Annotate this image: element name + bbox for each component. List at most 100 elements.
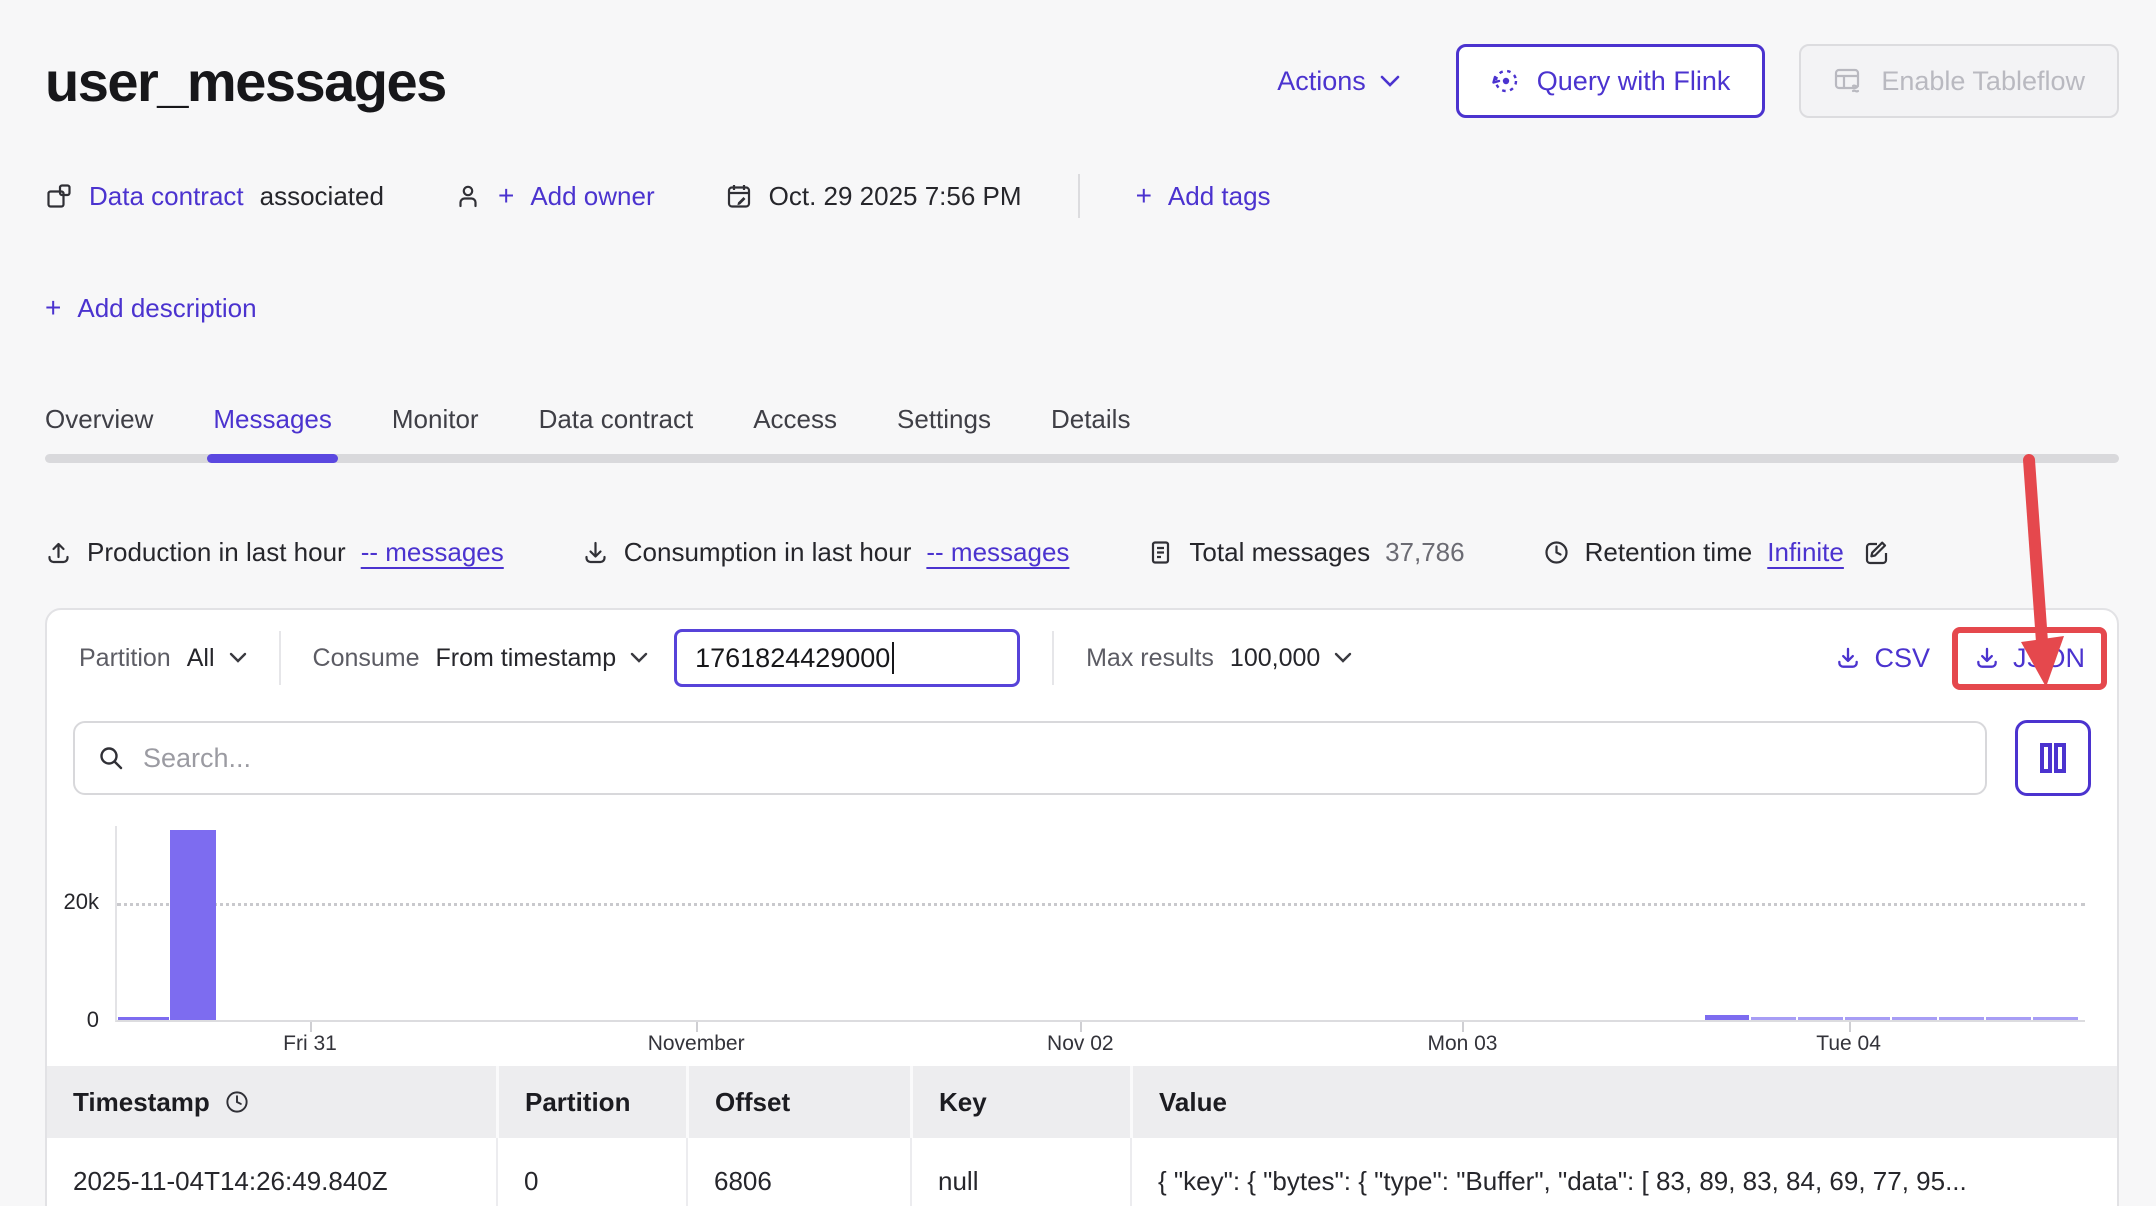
tab-settings[interactable]: Settings [897,404,991,434]
add-tags-label: Add tags [1168,181,1271,212]
chart-xaxis: Fri 31NovemberNov 02Mon 03Tue 04 [115,1022,2085,1056]
cell-timestamp: 2025-11-04T14:26:49.840Z [47,1138,496,1206]
x-axis-tick-label: Nov 02 [1047,1032,1114,1056]
plus-glyph: + [1136,180,1152,212]
col-key: Key [910,1066,1130,1138]
chart-bar [2033,1017,2078,1020]
last-updated-date: Oct. 29 2025 7:56 PM [769,181,1022,212]
actions-dropdown[interactable]: Actions [1277,66,1400,97]
partition-value[interactable]: All [187,644,215,673]
query-with-flink-button[interactable]: Query with Flink [1456,44,1766,118]
query-with-flink-label: Query with Flink [1537,66,1731,97]
y-axis-label-20k: 20k [47,889,99,915]
x-axis-tick-label: Fri 31 [283,1032,337,1056]
add-description-button[interactable]: + Add description [45,292,2119,324]
consume-label: Consume [313,644,420,673]
x-axis-tick-label: November [648,1032,745,1056]
cell-key: null [910,1138,1130,1206]
chevron-down-icon[interactable] [1334,652,1352,664]
flink-query-icon [1491,66,1521,96]
json-highlight-box: JSON [1952,627,2107,690]
plus-glyph: + [45,292,61,324]
tab-details[interactable]: Details [1051,404,1130,434]
x-axis-tick [696,1022,698,1032]
search-icon [97,744,125,772]
y-axis-label-0: 0 [47,1007,99,1033]
production-label: Production in last hour [87,537,346,568]
tab-access[interactable]: Access [753,404,837,434]
col-value: Value [1130,1066,2117,1138]
table-row[interactable]: 2025-11-04T14:26:49.840Z 0 6806 null { "… [47,1138,2117,1206]
data-contract-link[interactable]: Data contract [89,181,244,212]
chart-bar [1798,1017,1843,1020]
pause-button[interactable] [2015,720,2091,796]
col-offset: Offset [686,1066,910,1138]
chart-bar [1939,1017,1984,1020]
calendar-edit-icon [725,182,753,210]
chart-bar [1986,1017,2031,1020]
chart-bar [1705,1015,1749,1020]
partition-label: Partition [79,644,171,673]
chart-bar [170,830,216,1020]
x-axis-tick [310,1022,312,1032]
chart-plot [115,826,2085,1022]
tab-monitor[interactable]: Monitor [392,404,479,434]
production-messages-link[interactable]: -- messages [361,537,504,568]
schema-blocks-icon [45,182,73,210]
tabs-underline-track [45,454,2119,463]
max-results-label: Max results [1086,644,1214,673]
x-axis-tick [1462,1022,1464,1032]
search-input[interactable] [143,743,1963,774]
actions-label: Actions [1277,66,1366,97]
chevron-down-icon [1380,75,1400,88]
consumption-messages-link[interactable]: -- messages [926,537,1069,568]
download-tray-icon [582,539,609,566]
chevron-down-icon[interactable] [229,652,247,664]
x-axis-tick-label: Mon 03 [1427,1032,1497,1056]
add-description-label: Add description [77,293,256,324]
enable-tableflow-button[interactable]: Enable Tableflow [1799,44,2119,118]
download-csv-button[interactable]: CSV [1835,643,1930,674]
timestamp-input[interactable]: 1761824429000 [674,629,1020,687]
person-icon [454,182,482,210]
x-axis-tick [1849,1022,1851,1032]
retention-label: Retention time [1585,537,1753,568]
meta-divider [1078,174,1080,218]
chart-bar [1892,1017,1937,1020]
tableflow-icon [1833,66,1865,96]
clock-icon [1543,539,1570,566]
text-caret [892,642,894,674]
timestamp-input-value: 1761824429000 [695,643,890,674]
download-tray-icon [1974,645,2000,671]
chart-bar [118,1017,169,1020]
cell-value: { "key": { "bytes": { "type": "Buffer", … [1130,1138,2117,1206]
page-header: user_messages Actions Query with Flink [45,44,2119,118]
tab-data-contract[interactable]: Data contract [539,404,694,434]
consume-mode-value[interactable]: From timestamp [436,644,617,673]
add-tags-button[interactable]: + Add tags [1136,180,1271,212]
page-title: user_messages [45,49,446,114]
download-json-button[interactable]: JSON [1974,643,2085,674]
max-results-value[interactable]: 100,000 [1230,644,1320,673]
messages-chart: 20k 0 Fri 31NovemberNov 02Mon 03Tue 04 [47,826,2117,1058]
retention-value-link[interactable]: Infinite [1767,537,1844,568]
topic-meta-row: Data contract associated + Add owner Oct… [45,174,2119,218]
tab-overview[interactable]: Overview [45,404,153,434]
search-box [73,721,1987,795]
col-timestamp: Timestamp [47,1066,496,1138]
cell-offset: 6806 [686,1138,910,1206]
data-contract-suffix: associated [260,181,384,212]
messages-table: Timestamp Partition Offset Key Value 202… [47,1066,2117,1206]
pause-icon [2036,740,2070,776]
add-owner-button[interactable]: + Add owner [454,180,655,212]
chevron-down-icon[interactable] [630,652,648,664]
pencil-square-icon[interactable] [1863,539,1891,567]
filter-toolbar: Partition All Consume From timestamp 176… [47,610,2117,706]
topic-tabs: Overview Messages Monitor Data contract … [45,404,2119,463]
x-axis-tick [1080,1022,1082,1032]
chart-bar [1845,1017,1890,1020]
col-partition: Partition [496,1066,686,1138]
clock-icon[interactable] [224,1089,250,1115]
tab-messages[interactable]: Messages [213,404,332,434]
messages-panel: Partition All Consume From timestamp 176… [45,608,2119,1206]
